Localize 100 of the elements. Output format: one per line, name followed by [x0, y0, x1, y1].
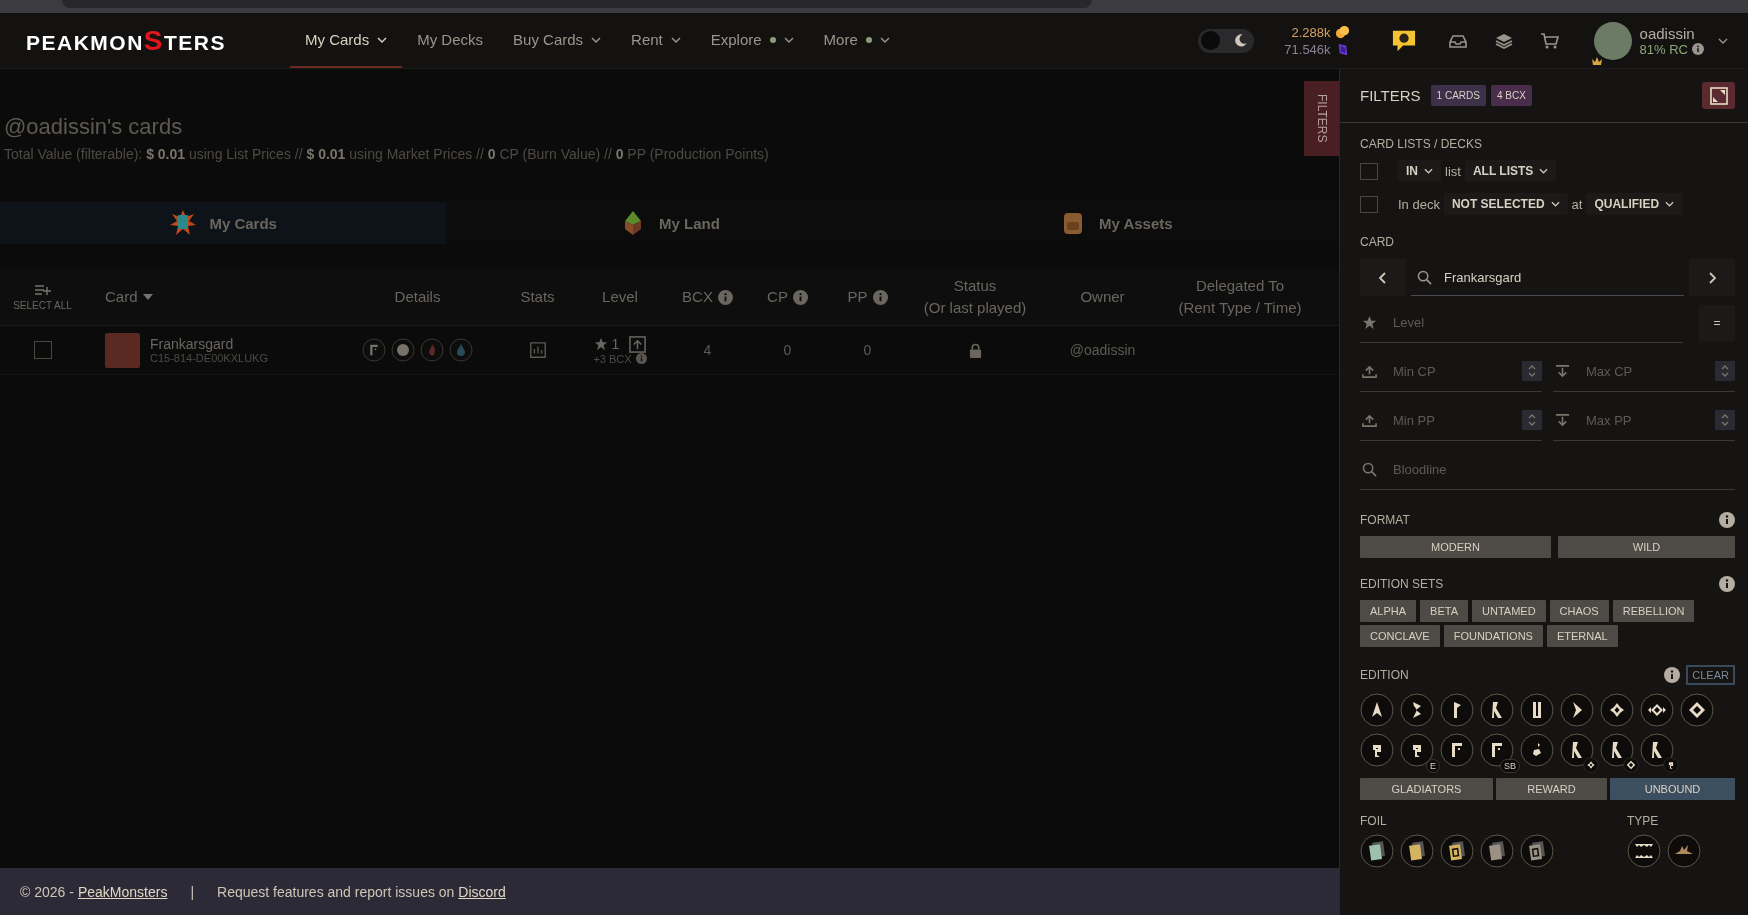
edition-rune-icon[interactable] [1560, 733, 1594, 767]
stats-chart-icon[interactable] [528, 341, 547, 359]
edition-group-option[interactable]: GLADIATORS [1360, 778, 1493, 800]
edition-rune-icon[interactable] [1640, 733, 1674, 767]
qualification-dropdown[interactable]: QUALIFIED [1586, 193, 1683, 215]
bloodline-input[interactable]: Bloodline [1393, 459, 1735, 479]
chevron-down-icon[interactable] [1718, 37, 1728, 44]
edition-group-option[interactable]: UNBOUND [1610, 778, 1735, 800]
column-header[interactable]: Card [105, 286, 138, 308]
clear-button[interactable]: CLEAR [1686, 665, 1735, 685]
stepper-icon[interactable] [1715, 410, 1735, 430]
nav-menu-item[interactable]: My Cards [290, 13, 403, 68]
edition-rune-icon[interactable] [1640, 693, 1674, 727]
foil-cards-icon[interactable] [1360, 834, 1394, 868]
peakmonsters-logo[interactable]: PEAKMONSTERS [26, 24, 290, 57]
deck-dropdown[interactable]: NOT SELECTED [1443, 193, 1568, 215]
number-input[interactable]: Min PP [1393, 410, 1506, 430]
edition-rune-icon[interactable] [1480, 693, 1514, 727]
filters-tab[interactable]: FILTERS [1304, 81, 1339, 156]
cart-icon[interactable] [1539, 30, 1560, 51]
foil-cards-icon[interactable] [1440, 834, 1474, 868]
sort-caret-icon[interactable] [142, 294, 153, 300]
info-icon[interactable] [1719, 512, 1735, 528]
section-heading: EDITION SETS [1360, 577, 1444, 591]
format-option[interactable]: MODERN [1360, 536, 1551, 558]
row-checkbox[interactable] [33, 341, 52, 359]
edition-set-option[interactable]: CHAOS [1549, 600, 1609, 622]
foil-cards-icon[interactable] [1480, 834, 1514, 868]
column-header: BCX [682, 287, 713, 308]
edition-set-option[interactable]: REBELLION [1612, 600, 1695, 622]
chevron-down-icon [377, 36, 388, 43]
select-all-button[interactable]: SELECT ALL [0, 283, 85, 311]
edition-set-option[interactable]: ALPHA [1360, 600, 1417, 622]
edition-rune-icon[interactable] [1600, 733, 1634, 767]
resource-credits: 81% RC [1639, 41, 1688, 57]
format-option[interactable]: WILD [1558, 536, 1735, 558]
edition-set-option[interactable]: ETERNAL [1546, 625, 1618, 647]
number-input[interactable]: Max CP [1586, 361, 1699, 381]
info-icon[interactable] [1664, 667, 1681, 683]
info-icon[interactable] [1692, 43, 1704, 55]
foil-cards-icon[interactable] [1400, 834, 1434, 868]
edition-rune-icon[interactable] [1520, 693, 1554, 727]
number-input[interactable]: Min CP [1393, 361, 1506, 381]
list-label: list [1445, 163, 1461, 179]
list-checkbox[interactable] [1360, 162, 1378, 180]
edition-set-option[interactable]: UNTAMED [1472, 600, 1546, 622]
nav-menu-item[interactable]: Rent [616, 13, 696, 68]
nav-menu-item[interactable]: Buy Cards [498, 13, 617, 68]
edition-rune-icon[interactable] [1440, 693, 1474, 727]
deck-checkbox[interactable] [1360, 195, 1378, 213]
edition-rune-icon[interactable] [1400, 733, 1434, 767]
edition-rune-icon[interactable] [1480, 733, 1514, 767]
edition-rune-icon[interactable] [1400, 693, 1434, 727]
status-dot-icon [865, 36, 872, 43]
list-dropdown[interactable]: ALL LISTS [1464, 160, 1557, 182]
section-heading: CARD LISTS / DECKS [1360, 137, 1484, 151]
operator-button[interactable]: = [1699, 304, 1735, 341]
water-drop-icon [449, 338, 473, 362]
list-mode-dropdown[interactable]: IN [1398, 160, 1441, 182]
discord-link[interactable]: Discord [458, 883, 506, 900]
expand-button[interactable] [1702, 82, 1735, 109]
monster-jaws-icon[interactable] [1627, 834, 1661, 868]
stepper-icon[interactable] [1522, 361, 1542, 381]
theme-toggle[interactable] [1198, 28, 1255, 53]
edition-rune-icon[interactable] [1520, 733, 1554, 767]
section-heading: FORMAT [1360, 513, 1410, 527]
nav-menu-item[interactable]: Explore [695, 13, 809, 68]
edition-rune-icon[interactable] [1680, 693, 1714, 727]
avatar[interactable] [1593, 21, 1632, 60]
peakmonsters-link[interactable]: PeakMonsters [77, 883, 168, 900]
spell-burst-icon[interactable] [1667, 834, 1701, 868]
chevron-left-icon [1379, 271, 1387, 284]
info-icon[interactable] [1719, 576, 1735, 592]
section-tab[interactable]: My Cards [0, 202, 447, 244]
column-header: Owner [1080, 287, 1125, 308]
stepper-icon[interactable] [1522, 410, 1542, 430]
edition-group-option[interactable]: REWARD [1496, 778, 1607, 800]
card-name[interactable]: Frankarsgard [150, 336, 268, 352]
chevron-down-icon [1539, 168, 1549, 174]
edition-rune-icon[interactable] [1360, 693, 1394, 727]
edition-rune-icon[interactable] [1440, 733, 1474, 767]
edition-set-option[interactable]: FOUNDATIONS [1443, 625, 1543, 647]
nav-menu-item[interactable]: My Decks [402, 13, 499, 68]
column-header: PP [847, 287, 868, 308]
nav-menu-item[interactable]: More [808, 13, 905, 68]
total-value-summary: Total Value (filterable): $ 0.01 using List Prices // $ 0.01 using Market Prices // 0 CP (Burn Value) // 0 PP (Production Points) [3, 146, 769, 162]
edition-rune-icon[interactable] [1560, 693, 1594, 727]
level-input[interactable]: Level [1393, 312, 1683, 332]
stepper-icon[interactable] [1715, 361, 1735, 381]
edition-set-option[interactable]: CONCLAVE [1360, 625, 1440, 647]
feedback-text: Request features and report issues on Discord [217, 883, 506, 900]
foil-cards-icon[interactable] [1520, 834, 1554, 868]
card-search-input[interactable]: Frankarsgard [1444, 267, 1644, 287]
status-dot-icon [769, 36, 776, 43]
edition-set-option[interactable]: BETA [1420, 600, 1468, 622]
upgrade-icon[interactable] [629, 335, 647, 353]
edition-rune-icon[interactable] [1600, 693, 1634, 727]
edition-badge: SB [1500, 759, 1520, 773]
number-input[interactable]: Max PP [1586, 410, 1699, 430]
edition-rune-icon[interactable] [1360, 733, 1394, 767]
